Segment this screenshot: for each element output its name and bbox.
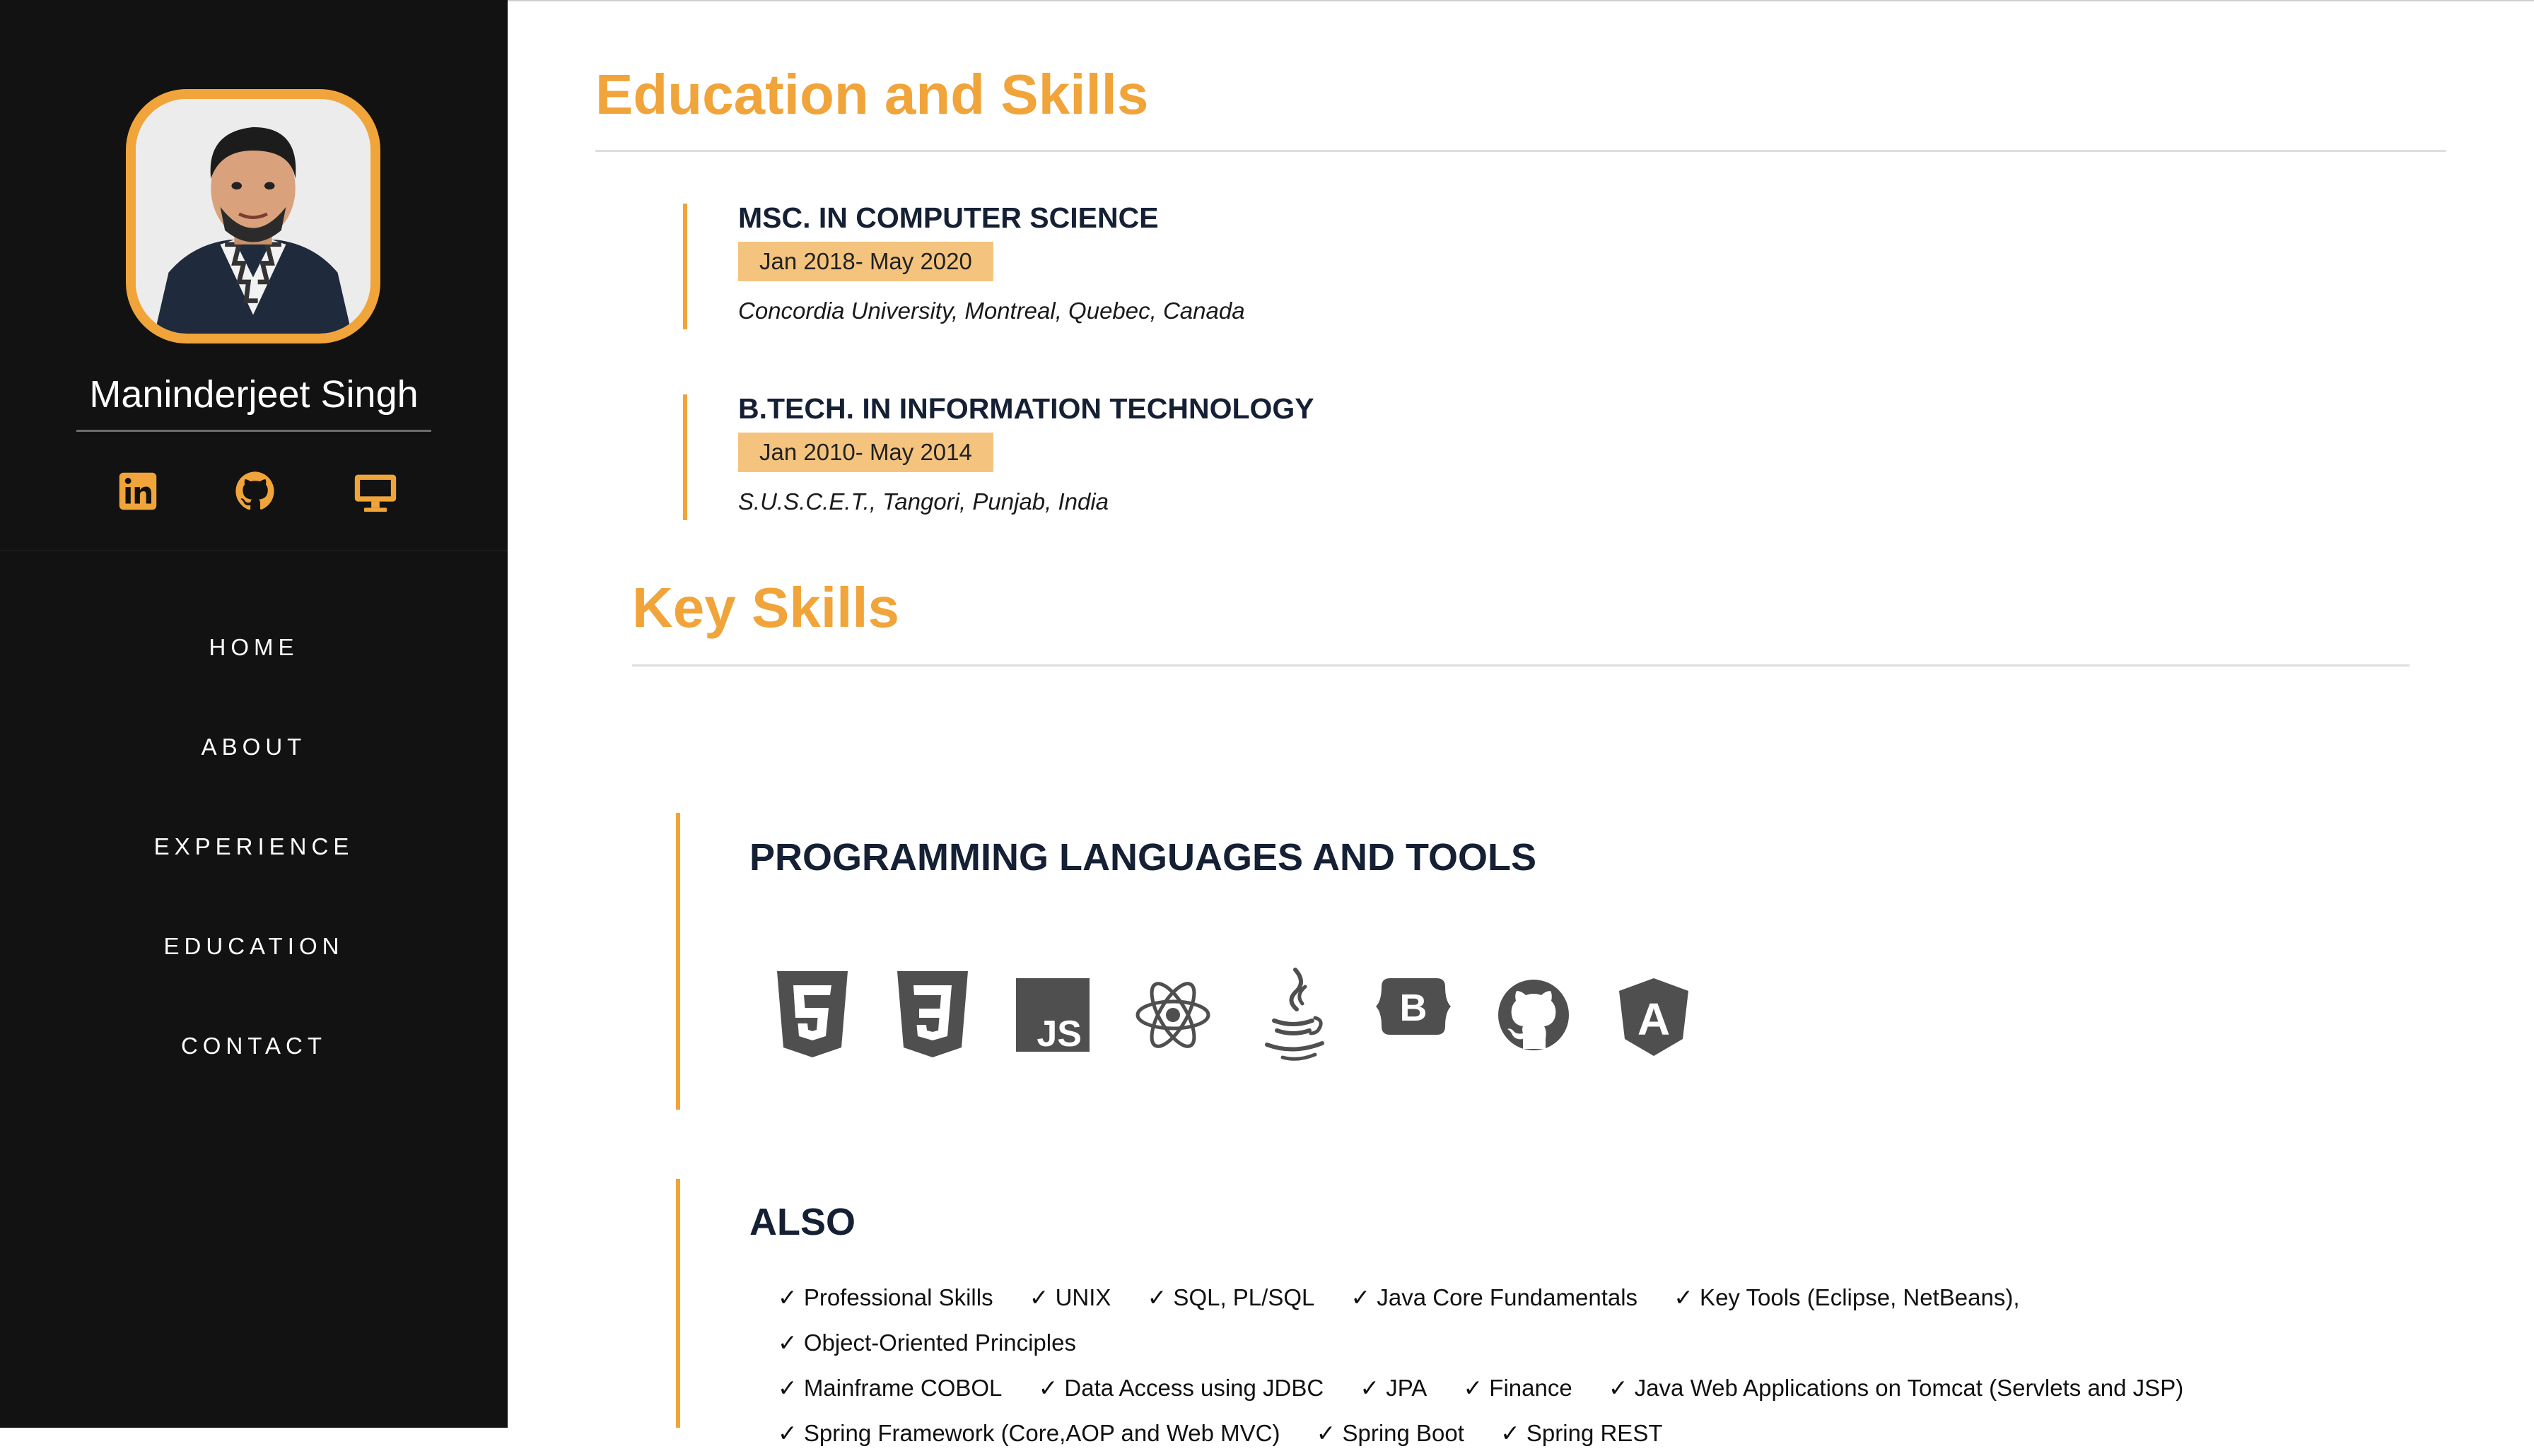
skill-item: ✓ Professional Skills <box>778 1284 993 1310</box>
skill-item: ✓ Key Tools (Eclipse, NetBeans), <box>1674 1284 2020 1310</box>
top-border <box>508 0 2534 1</box>
education-title: Education and Skills <box>595 63 1149 126</box>
timeline-bar <box>683 204 687 329</box>
github-link[interactable] <box>230 466 280 516</box>
github-icon <box>1495 965 1572 1064</box>
skill-item: ✓ Finance <box>1463 1375 1572 1401</box>
programming-languages-title: PROGRAMMING LANGUAGES AND TOOLS <box>749 836 1537 879</box>
key-skills-title: Key Skills <box>632 576 900 639</box>
bootstrap-glyph: B <box>1400 987 1427 1029</box>
js-glyph: JS <box>1037 1014 1082 1055</box>
skill-item: ✓ Data Access using JDBC <box>1038 1375 1324 1401</box>
degree-title: B.TECH. IN INFORMATION TECHNOLOGY <box>738 392 1314 425</box>
school-name: S.U.S.C.E.T., Tangori, Punjab, India <box>738 488 1109 515</box>
key-skills-divider <box>632 664 2410 667</box>
html5-icon <box>773 965 851 1064</box>
skill-item: ✓ UNIX <box>1029 1284 1111 1310</box>
main-navigation: HOME ABOUT EXPERIENCE EDUCATION CONTACT <box>0 622 508 1120</box>
nav-experience[interactable]: EXPERIENCE <box>0 821 508 921</box>
css3-icon <box>894 965 971 1064</box>
degree-title: MSC. IN COMPUTER SCIENCE <box>738 201 1159 234</box>
skill-item: ✓ Java Core Fundamentals <box>1350 1284 1638 1310</box>
react-icon <box>1134 965 1212 1064</box>
timeline-bar <box>676 813 680 1110</box>
skill-item: ✓ Spring REST <box>1500 1420 1663 1446</box>
also-skills-list: ✓ Professional Skills ✓ UNIX ✓ SQL, PL/S… <box>778 1275 2376 1456</box>
skill-item: ✓ Java Web Applications on Tomcat (Servl… <box>1608 1375 2184 1401</box>
linkedin-link[interactable] <box>113 466 163 516</box>
bootstrap-icon: B <box>1374 965 1452 1064</box>
date-badge: Jan 2010- May 2014 <box>738 433 993 472</box>
nav-about[interactable]: ABOUT <box>0 722 508 821</box>
nav-education[interactable]: EDUCATION <box>0 921 508 1021</box>
skill-item: ✓ Object-Oriented Principles <box>778 1329 1076 1356</box>
also-title: ALSO <box>749 1201 856 1243</box>
skill-item: ✓ Spring Framework (Core,AOP and Web MVC… <box>778 1420 1280 1446</box>
javascript-icon: JS <box>1014 965 1092 1064</box>
portfolio-link[interactable] <box>351 466 400 516</box>
github-icon <box>235 471 274 510</box>
angular-glyph: A <box>1637 994 1670 1045</box>
skill-item: ✓ SQL, PL/SQL <box>1147 1284 1315 1310</box>
school-name: Concordia University, Montreal, Quebec, … <box>738 298 1245 324</box>
education-divider <box>595 150 2446 152</box>
linkedin-icon <box>119 472 157 510</box>
timeline-bar <box>676 1179 680 1428</box>
angular-icon: A <box>1615 965 1693 1064</box>
java-icon <box>1254 965 1332 1064</box>
avatar <box>126 89 380 344</box>
nav-contact[interactable]: CONTACT <box>0 1021 508 1120</box>
skill-item: ✓ Mainframe COBOL <box>778 1375 1003 1401</box>
nav-home[interactable]: HOME <box>0 622 508 722</box>
name-divider <box>76 430 431 432</box>
timeline-bar <box>683 394 687 520</box>
skill-item: ✓ Spring Boot <box>1316 1420 1464 1446</box>
skill-item: ✓ JPA <box>1360 1375 1427 1401</box>
profile-name: Maninderjeet Singh <box>89 373 419 416</box>
date-badge: Jan 2018- May 2020 <box>738 242 993 281</box>
desktop-monitor-icon <box>354 474 397 512</box>
profile-section: Maninderjeet Singh <box>0 0 508 551</box>
sidebar: Maninderjeet Singh HOME ABOUT EXPERIENCE… <box>0 0 508 1428</box>
